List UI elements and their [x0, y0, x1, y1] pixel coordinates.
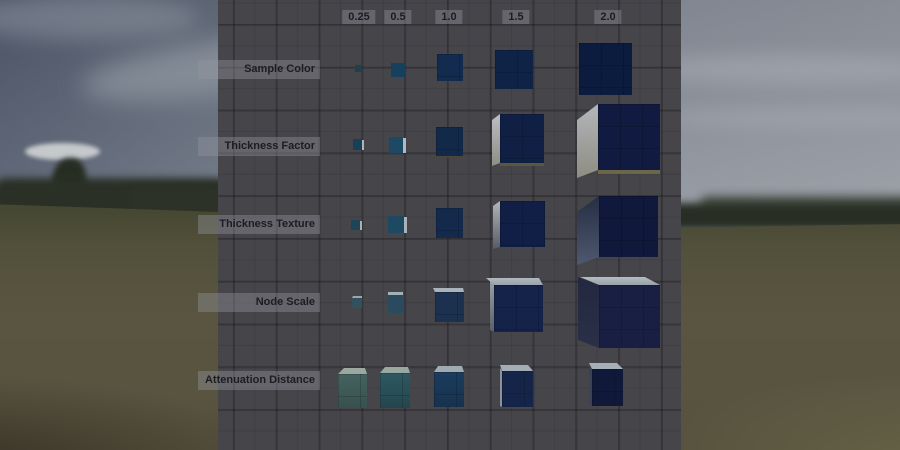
- row-label-thickness-factor: Thickness Factor: [198, 137, 320, 156]
- viewport-3d[interactable]: 0.25 0.5 1.0 1.5 2.0 Sample Color Thickness Fa…: [0, 0, 900, 450]
- row-label-sample-color: Sample Color: [198, 60, 320, 79]
- column-header-2: 0.5: [384, 10, 411, 24]
- column-header-4: 1.5: [502, 10, 529, 24]
- row-label-attenuation-distance: Attenuation Distance: [198, 371, 320, 390]
- column-header-3: 1.0: [435, 10, 462, 24]
- cloud: [25, 143, 100, 160]
- column-header-1: 0.25: [342, 10, 375, 24]
- row-label-node-scale: Node Scale: [198, 293, 320, 312]
- column-header-5: 2.0: [594, 10, 621, 24]
- row-label-thickness-texture: Thickness Texture: [198, 215, 320, 234]
